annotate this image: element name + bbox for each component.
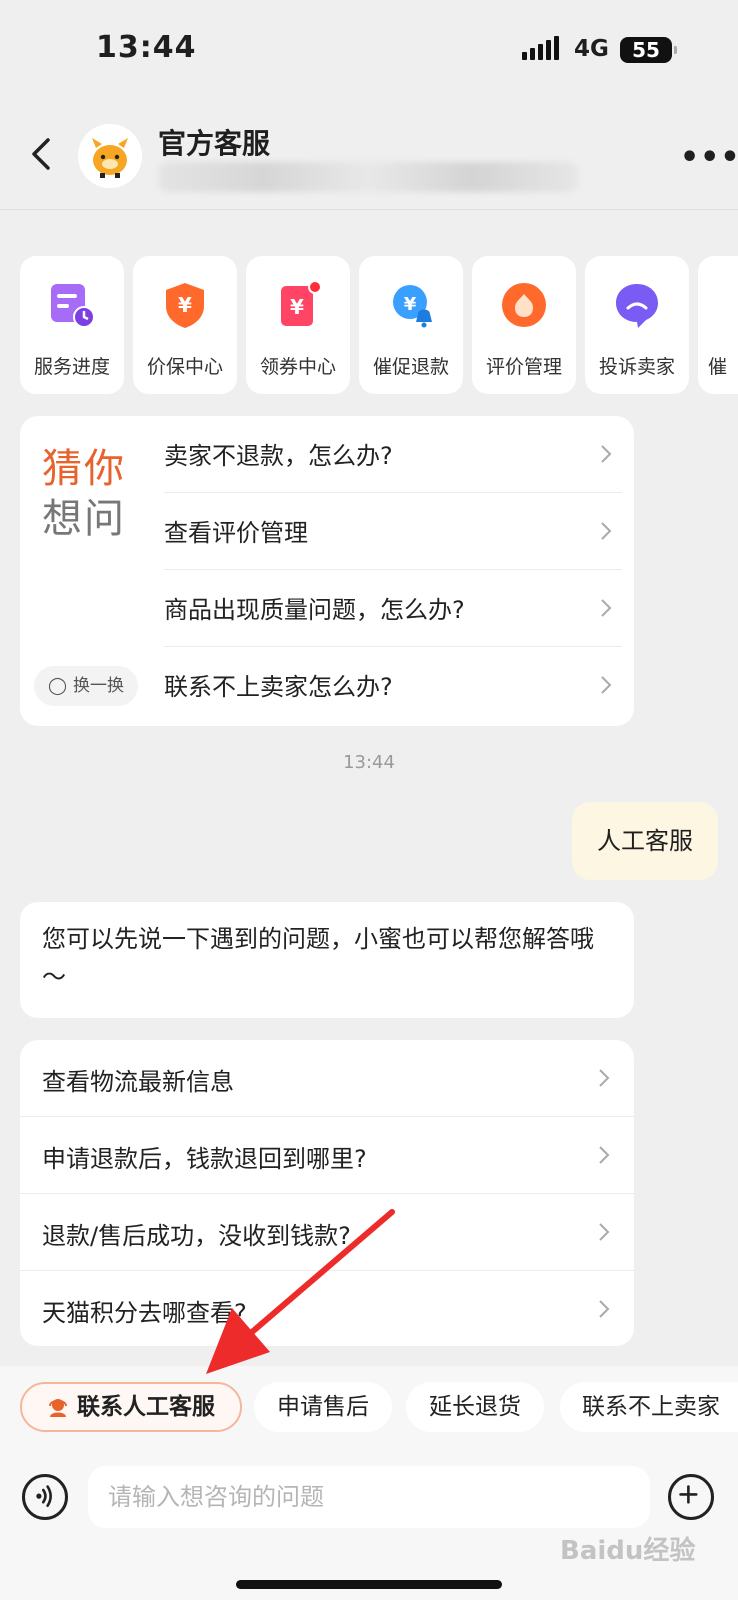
message-timestamp: 13:44: [343, 752, 395, 773]
quick-action-urge[interactable]: 催: [698, 256, 738, 394]
faq-item[interactable]: 天猫积分去哪查看?: [20, 1271, 634, 1348]
status-time: 13:44: [96, 30, 197, 65]
urge-refund-icon: ¥: [393, 285, 432, 328]
guess-question-item[interactable]: 商品出现质量问题，怎么办?: [164, 570, 622, 647]
faq-item[interactable]: 退款/售后成功，没收到钱款?: [20, 1194, 634, 1271]
input-bar: 请输入想咨询的问题: [0, 1438, 738, 1600]
quick-action-label: 领券中心: [259, 356, 336, 378]
chat-header: 官方客服 •••: [0, 110, 738, 210]
quick-action-price-protect[interactable]: ¥ 价保中心: [133, 256, 237, 394]
bot-message-bubble: 您可以先说一下遇到的问题，小蜜也可以帮您解答哦～: [20, 902, 634, 1018]
quick-action-service-progress[interactable]: 服务进度: [20, 256, 124, 394]
chevron-right-icon: [601, 599, 612, 617]
chevron-right-icon: [601, 445, 612, 463]
user-message-bubble: 人工客服: [572, 802, 718, 880]
message-input[interactable]: 请输入想咨询的问题: [88, 1466, 650, 1528]
quick-action-coupon[interactable]: ¥ 领券中心: [246, 256, 350, 394]
quick-action-label: 催: [708, 356, 728, 378]
plus-icon[interactable]: [668, 1474, 714, 1520]
watermark: Baidu经验: [560, 1536, 696, 1566]
quick-action-complaint[interactable]: 投诉卖家: [585, 256, 689, 394]
chevron-right-icon: [599, 1300, 610, 1318]
complaint-icon: [616, 284, 658, 328]
status-bar: 13:44 4G 55: [0, 0, 738, 100]
chevron-right-icon: [601, 676, 612, 694]
chat-title: 官方客服: [158, 127, 271, 160]
service-progress-icon: [51, 284, 95, 328]
quick-action-urge-refund[interactable]: ¥ 催促退款: [359, 256, 463, 394]
voice-icon[interactable]: [22, 1474, 68, 1520]
extend-return-chip[interactable]: 延长退货: [406, 1382, 544, 1432]
quick-actions-bar: 服务进度 ¥ 价保中心 ¥ 领券中心 ¥ 催促退款 评价管理 投诉卖家 催: [20, 256, 738, 396]
guess-question-item[interactable]: 卖家不退款，怎么办?: [164, 416, 622, 493]
faq-item[interactable]: 申请退款后，钱款退回到哪里?: [20, 1117, 634, 1194]
guess-question-text: 查看评价管理: [164, 519, 308, 547]
contact-human-service-button[interactable]: 联系人工客服: [20, 1382, 242, 1432]
guess-title-line2: 想问: [42, 496, 126, 542]
apply-after-sale-chip[interactable]: 申请售后: [254, 1382, 392, 1432]
quick-action-label: 投诉卖家: [598, 356, 675, 378]
guess-question-text: 卖家不退款，怎么办?: [164, 442, 393, 470]
faq-text: 查看物流最新信息: [42, 1068, 234, 1096]
svg-text:¥: ¥: [290, 295, 304, 319]
headset-agent-icon: [49, 1399, 67, 1417]
chevron-right-icon: [599, 1146, 610, 1164]
svg-text:¥: ¥: [404, 294, 417, 315]
chip-label: 联系人工客服: [77, 1394, 215, 1420]
faq-text: 天猫积分去哪查看?: [42, 1299, 247, 1327]
faq-text: 申请退款后，钱款退回到哪里?: [42, 1145, 367, 1173]
mascot-icon: [78, 124, 142, 188]
guess-question-item[interactable]: 联系不上卖家怎么办?: [164, 647, 622, 724]
review-manage-icon: [502, 283, 546, 327]
battery-icon: 55: [620, 37, 677, 63]
chevron-right-icon: [599, 1223, 610, 1241]
blurred-subtitle: [158, 162, 578, 192]
signal-icon: [522, 36, 559, 60]
quick-action-label: 服务进度: [33, 356, 110, 378]
swap-label: 换一换: [73, 676, 125, 696]
guess-question-text: 商品出现质量问题，怎么办?: [164, 596, 465, 624]
avatar[interactable]: [78, 124, 142, 188]
cannot-contact-seller-chip[interactable]: 联系不上卖家: [560, 1382, 738, 1432]
more-icon[interactable]: •••: [680, 140, 738, 175]
faq-card: 查看物流最新信息 申请退款后，钱款退回到哪里? 退款/售后成功，没收到钱款? 天…: [20, 1040, 634, 1346]
quick-action-label: 评价管理: [485, 356, 562, 378]
coupon-icon: ¥: [281, 280, 322, 326]
svg-text:¥: ¥: [178, 293, 192, 317]
back-icon[interactable]: [22, 134, 62, 174]
chevron-right-icon: [599, 1069, 610, 1087]
quick-action-label: 价保中心: [146, 356, 223, 378]
annotation-arrow: [206, 1209, 395, 1374]
quick-action-review-manage[interactable]: 评价管理: [472, 256, 576, 394]
quick-action-label: 催促退款: [372, 356, 449, 378]
chevron-right-icon: [601, 522, 612, 540]
guess-questions-card: 猜你 想问 ◯ 换一换 卖家不退款，怎么办? 查看评价管理 商品出现质量问题，怎…: [20, 416, 634, 726]
price-protect-icon: ¥: [166, 283, 204, 328]
faq-text: 退款/售后成功，没收到钱款?: [42, 1222, 351, 1250]
home-indicator: [236, 1580, 502, 1589]
guess-question-item[interactable]: 查看评价管理: [164, 493, 622, 570]
network-label: 4G: [574, 36, 609, 62]
guess-question-text: 联系不上卖家怎么办?: [164, 673, 393, 701]
refresh-icon: ◯: [48, 676, 68, 696]
quick-reply-bar: 联系人工客服 申请售后 延长退货 联系不上卖家: [0, 1366, 738, 1438]
swap-button[interactable]: ◯ 换一换: [34, 666, 139, 706]
faq-item[interactable]: 查看物流最新信息: [20, 1040, 634, 1117]
